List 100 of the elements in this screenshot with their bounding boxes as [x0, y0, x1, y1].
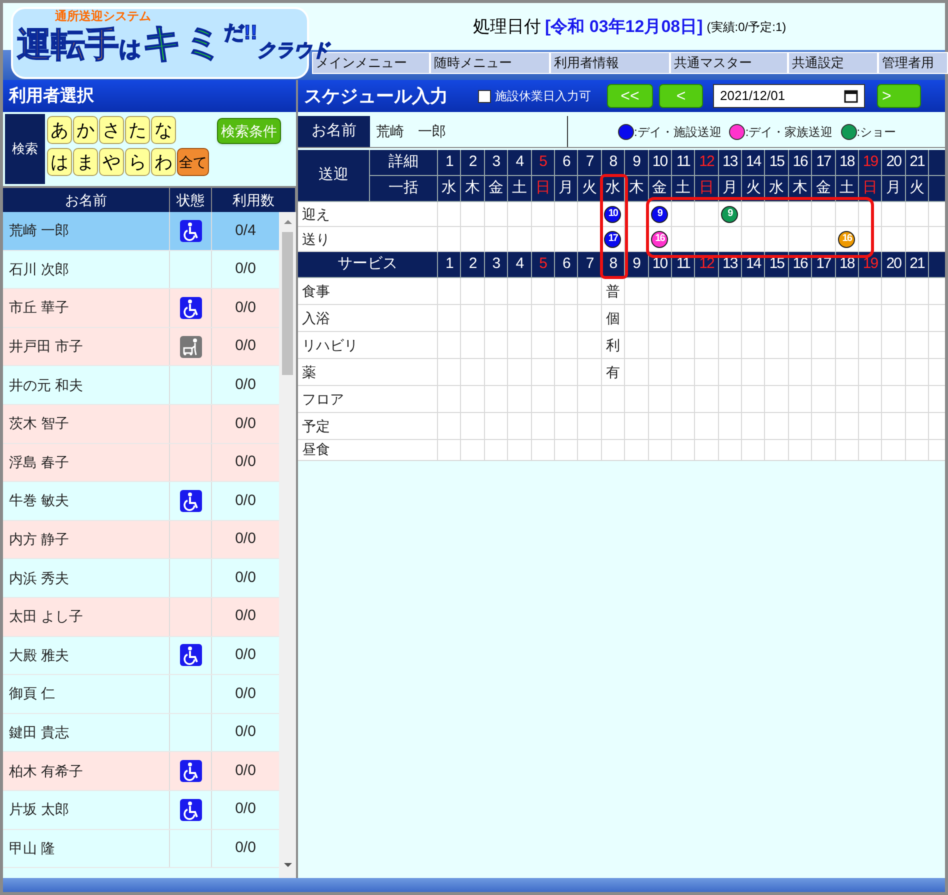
schedule-cell[interactable]: [765, 305, 789, 332]
schedule-cell[interactable]: [859, 359, 882, 386]
schedule-cell[interactable]: [625, 305, 649, 332]
schedule-cell[interactable]: [602, 386, 626, 413]
schedule-cell[interactable]: [508, 332, 532, 359]
schedule-cell[interactable]: [742, 413, 766, 440]
schedule-cell[interactable]: [742, 202, 766, 227]
schedule-cell[interactable]: [672, 305, 696, 332]
schedule-cell[interactable]: [672, 359, 696, 386]
schedule-cell[interactable]: [882, 413, 906, 440]
kana-button[interactable]: ま: [73, 148, 98, 176]
schedule-cell[interactable]: [788, 413, 812, 440]
schedule-cell[interactable]: [461, 305, 485, 332]
user-row[interactable]: 大殿 雅夫 0/0: [3, 636, 279, 676]
time-badge[interactable]: 17: [604, 230, 622, 248]
schedule-cell[interactable]: [718, 386, 742, 413]
schedule-cell[interactable]: [532, 359, 555, 386]
schedule-cell[interactable]: [788, 305, 812, 332]
schedule-cell[interactable]: [648, 278, 672, 305]
schedule-cell[interactable]: [882, 440, 906, 461]
schedule-cell[interactable]: [625, 413, 649, 440]
schedule-cell[interactable]: [859, 278, 882, 305]
schedule-cell[interactable]: [625, 332, 649, 359]
schedule-cell[interactable]: [554, 386, 578, 413]
schedule-cell[interactable]: [836, 440, 860, 461]
schedule-cell[interactable]: [882, 278, 906, 305]
user-row[interactable]: 石川 次郎 0/0: [3, 250, 279, 290]
kana-button[interactable]: は: [47, 148, 72, 176]
schedule-cell[interactable]: [788, 202, 812, 227]
schedule-cell[interactable]: [836, 332, 860, 359]
schedule-cell[interactable]: [718, 332, 742, 359]
schedule-cell[interactable]: [718, 440, 742, 461]
schedule-cell[interactable]: [695, 440, 719, 461]
schedule-cell[interactable]: [461, 332, 485, 359]
schedule-cell[interactable]: [859, 413, 882, 440]
scroll-thumb[interactable]: [282, 232, 293, 375]
kana-button[interactable]: た: [125, 116, 150, 144]
schedule-cell[interactable]: [578, 332, 602, 359]
schedule-cell[interactable]: [882, 305, 906, 332]
schedule-cell[interactable]: [648, 440, 672, 461]
schedule-cell[interactable]: [812, 413, 836, 440]
schedule-cell[interactable]: [648, 413, 672, 440]
schedule-cell[interactable]: [625, 386, 649, 413]
user-row[interactable]: 茨木 智子 0/0: [3, 404, 279, 444]
schedule-cell[interactable]: [742, 359, 766, 386]
schedule-cell[interactable]: [906, 359, 930, 386]
schedule-cell[interactable]: [859, 386, 882, 413]
schedule-cell[interactable]: [836, 305, 860, 332]
schedule-cell[interactable]: [788, 227, 812, 252]
schedule-cell[interactable]: [484, 305, 508, 332]
schedule-cell[interactable]: [718, 305, 742, 332]
user-row[interactable]: 内方 静子 0/0: [3, 520, 279, 560]
schedule-cell[interactable]: [882, 386, 906, 413]
user-row[interactable]: 鍵田 貴志 0/0: [3, 714, 279, 752]
schedule-cell[interactable]: [695, 305, 719, 332]
schedule-cell[interactable]: [532, 440, 555, 461]
schedule-cell[interactable]: [695, 386, 719, 413]
schedule-cell[interactable]: [765, 332, 789, 359]
schedule-cell[interactable]: [578, 305, 602, 332]
schedule-cell[interactable]: [859, 440, 882, 461]
schedule-cell[interactable]: [484, 202, 508, 227]
schedule-cell[interactable]: [788, 440, 812, 461]
schedule-cell[interactable]: [882, 227, 906, 252]
kana-button[interactable]: さ: [99, 116, 124, 144]
schedule-cell[interactable]: [532, 332, 555, 359]
user-row[interactable]: 御頁 仁 0/0: [3, 675, 279, 714]
schedule-cell[interactable]: [672, 278, 696, 305]
schedule-cell[interactable]: [695, 359, 719, 386]
schedule-cell[interactable]: [765, 359, 789, 386]
schedule-cell[interactable]: [906, 305, 930, 332]
schedule-cell[interactable]: [672, 332, 696, 359]
schedule-cell[interactable]: [438, 413, 462, 440]
schedule-cell[interactable]: [765, 413, 789, 440]
kana-button[interactable]: ら: [125, 148, 150, 176]
user-row[interactable]: 浮島 春子 0/0: [3, 444, 279, 482]
schedule-cell[interactable]: [859, 305, 882, 332]
schedule-cell[interactable]: [508, 202, 532, 227]
schedule-cell[interactable]: [788, 386, 812, 413]
schedule-cell[interactable]: [484, 278, 508, 305]
schedule-cell[interactable]: [508, 440, 532, 461]
schedule-cell[interactable]: [625, 440, 649, 461]
schedule-cell[interactable]: [672, 202, 696, 227]
schedule-cell[interactable]: [648, 386, 672, 413]
schedule-cell[interactable]: [672, 413, 696, 440]
schedule-cell[interactable]: [906, 202, 930, 227]
schedule-cell[interactable]: [906, 386, 930, 413]
schedule-cell[interactable]: [554, 278, 578, 305]
schedule-cell[interactable]: [461, 440, 485, 461]
schedule-cell[interactable]: [836, 202, 860, 227]
schedule-cell[interactable]: [532, 413, 555, 440]
schedule-cell[interactable]: [812, 227, 836, 252]
schedule-cell[interactable]: [672, 440, 696, 461]
schedule-cell[interactable]: [836, 386, 860, 413]
schedule-cell[interactable]: [438, 227, 462, 252]
schedule-cell[interactable]: [554, 332, 578, 359]
schedule-cell[interactable]: [695, 227, 719, 252]
schedule-cell[interactable]: [765, 278, 789, 305]
schedule-cell[interactable]: [461, 227, 485, 252]
schedule-cell[interactable]: [532, 305, 555, 332]
schedule-cell[interactable]: [718, 359, 742, 386]
